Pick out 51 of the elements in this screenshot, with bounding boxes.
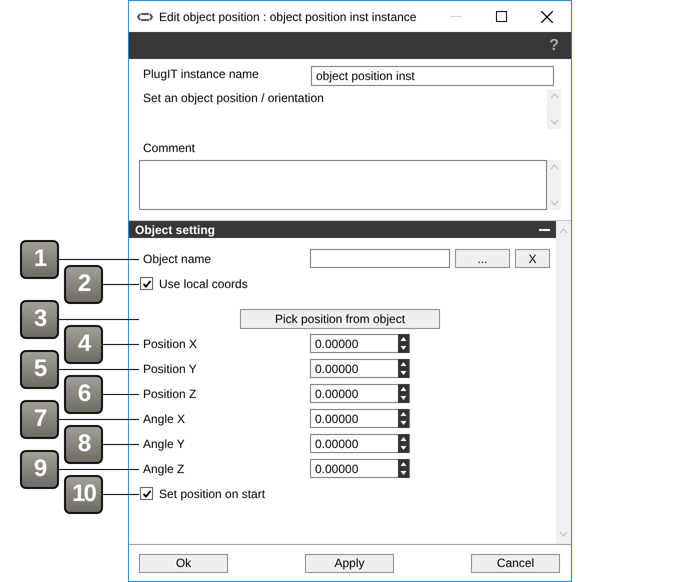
spinner-icon[interactable] <box>398 434 409 453</box>
app-icon <box>137 12 153 22</box>
spinner-icon[interactable] <box>398 334 409 353</box>
spin-field[interactable]: 0.00000 <box>310 409 410 428</box>
spin-field[interactable]: 0.00000 <box>310 359 410 378</box>
spinner-icon[interactable] <box>398 359 409 378</box>
callout-badge: 6 <box>64 374 103 414</box>
callout-badge: 1 <box>20 240 59 278</box>
input-field[interactable]: object position inst <box>311 66 554 86</box>
field-label: Position Y <box>143 362 198 376</box>
small-button[interactable]: ... <box>455 249 510 268</box>
callout-badge: 10 <box>64 474 103 514</box>
comment-field[interactable] <box>139 160 547 210</box>
maximize-icon[interactable] <box>496 11 507 22</box>
spin-field[interactable]: 0.00000 <box>310 459 410 478</box>
callout-badge: 2 <box>64 264 103 304</box>
spin-field[interactable]: 0.00000 <box>310 334 410 353</box>
description-text: Set an object position / orientation <box>142 90 325 107</box>
spinner-icon[interactable] <box>398 459 409 478</box>
spinner-icon[interactable] <box>398 409 409 428</box>
checkbox[interactable] <box>140 277 153 290</box>
checkbox-label: Use local coords <box>159 276 248 290</box>
close-icon[interactable] <box>541 10 553 22</box>
callout-badge: 8 <box>64 424 103 464</box>
field-label: PlugIT instance name <box>142 67 260 81</box>
help-icon[interactable]: ? <box>549 36 559 54</box>
checkbox-label: Set position on start <box>159 486 266 500</box>
pick-button[interactable]: Pick position from object <box>240 308 440 328</box>
window-title: Edit object position : object position inst instance <box>159 10 418 24</box>
field-label: Comment <box>142 141 196 155</box>
dialog-button[interactable]: Ok <box>139 554 228 572</box>
field-label: Object name <box>143 252 212 266</box>
spinner-icon[interactable] <box>398 384 409 403</box>
callout-badge: 7 <box>20 400 59 438</box>
spin-field[interactable]: 0.00000 <box>310 434 410 453</box>
field-label: Angle Z <box>143 462 186 476</box>
input-field[interactable] <box>310 249 450 268</box>
field-label: Angle Y <box>143 436 186 450</box>
field-label: Angle X <box>143 412 186 426</box>
dialog-button[interactable]: Apply <box>305 554 394 572</box>
small-button[interactable]: X <box>515 249 550 268</box>
field-label: Position X <box>143 336 198 350</box>
section-header[interactable]: Object setting <box>129 221 556 238</box>
callout-badge: 3 <box>20 300 59 338</box>
callout-badge: 5 <box>20 350 59 388</box>
dialog-button[interactable]: Cancel <box>471 554 560 572</box>
spin-field[interactable]: 0.00000 <box>310 384 410 403</box>
field-label: Position Z <box>143 386 198 400</box>
checkbox[interactable] <box>140 487 153 500</box>
callout-badge: 4 <box>64 324 103 364</box>
callout-badge: 9 <box>20 450 59 488</box>
